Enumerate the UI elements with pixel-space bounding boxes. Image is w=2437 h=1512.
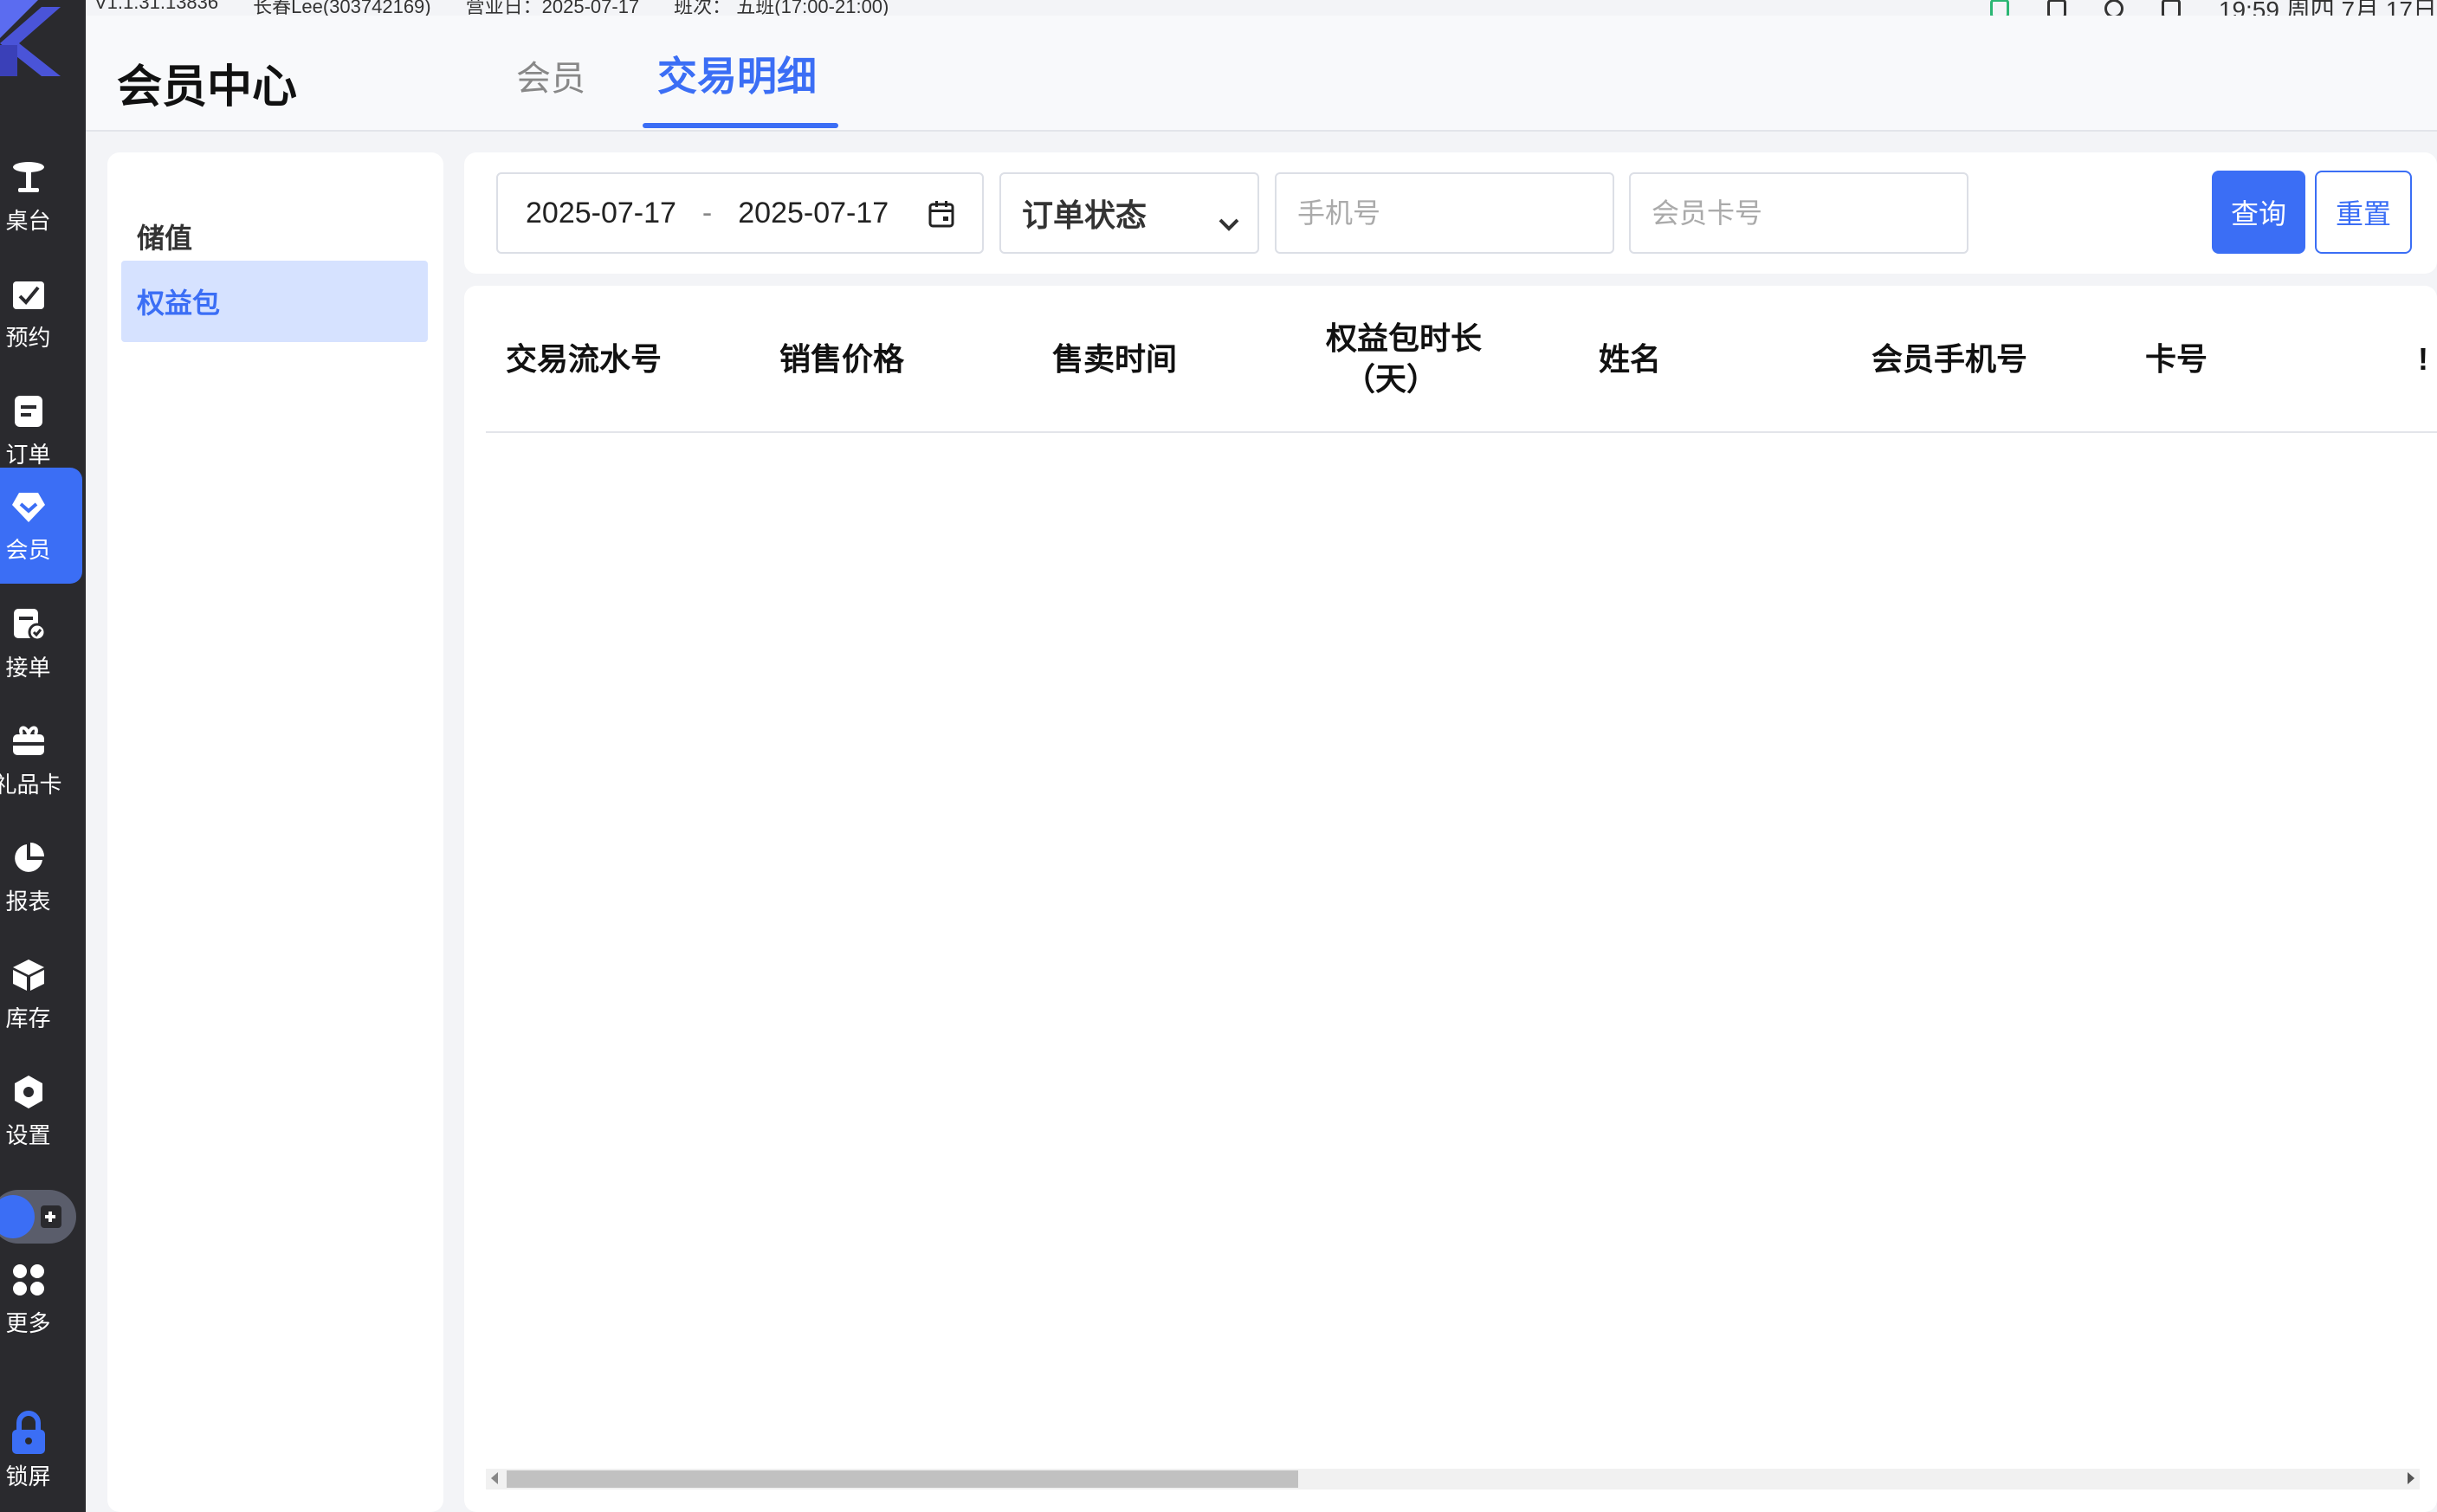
receive-order-icon: [10, 605, 48, 643]
database-icon: [2046, 0, 2066, 16]
status-bar: V1.1.31.13836 长春Lee(303742169) 营业日：2025-…: [86, 0, 2437, 16]
pie-chart-icon: [10, 839, 48, 877]
nav-item-reports[interactable]: 报表: [0, 819, 82, 935]
filter-bar: 2025-07-17 - 2025-07-17 订单状态 查询 重置: [464, 152, 2437, 274]
user-name: 长春Lee(303742169): [253, 0, 431, 16]
column-header-card-no[interactable]: 卡号: [2145, 286, 2208, 433]
table-mode-icon: [0, 1195, 35, 1238]
order-status-select[interactable]: 订单状态: [999, 172, 1259, 254]
nav-item-tables[interactable]: 桌台: [0, 139, 82, 255]
column-header-truncated[interactable]: !: [2418, 286, 2428, 433]
calendar-check-icon: [10, 275, 48, 313]
wifi-icon: [2104, 0, 2123, 16]
printer-status-icon: [1989, 0, 2009, 16]
grid-more-icon: [10, 1261, 48, 1299]
column-header-sale-time[interactable]: 售卖时间: [1052, 286, 1177, 433]
clock: 19:59 周四 7月 17日: [2218, 0, 2437, 16]
column-header-transaction-no[interactable]: 交易流水号: [506, 286, 662, 433]
transactions-table: 交易流水号 销售价格 售卖时间 权益包时长 （天） 姓名 会员手机号 卡号 !: [464, 286, 2437, 1512]
lock-icon: [10, 1410, 48, 1454]
member-card-input[interactable]: [1629, 172, 1968, 254]
reset-button[interactable]: 重置: [2315, 171, 2412, 254]
order-icon: [10, 392, 48, 430]
nav-item-settings[interactable]: 设置: [0, 1053, 82, 1169]
column-header-sale-price[interactable]: 销售价格: [779, 286, 904, 433]
order-status-value: 订单状态: [1022, 197, 1147, 233]
left-nav: 桌台 预约 订单 会员 接单 礼品卡 报表 库存 设置 更多 锁屏: [0, 0, 86, 1512]
scrollbar-thumb[interactable]: [507, 1470, 1298, 1488]
nav-item-receive-orders[interactable]: 接单: [0, 585, 82, 701]
app-version: V1.1.31.13836: [94, 0, 219, 13]
shift-info: 班次： 五班(17:00-21:00): [674, 0, 889, 16]
date-separator: -: [701, 196, 713, 229]
table-icon: [10, 158, 48, 197]
member-heart-icon: [10, 488, 48, 526]
date-end[interactable]: 2025-07-17: [738, 197, 889, 230]
nav-item-gift-cards[interactable]: 礼品卡: [0, 702, 82, 818]
nav-item-inventory[interactable]: 库存: [0, 936, 82, 1052]
battery-icon: [2161, 0, 2181, 16]
date-start[interactable]: 2025-07-17: [526, 197, 676, 230]
column-header-member-phone[interactable]: 会员手机号: [1871, 286, 2027, 433]
document-mode-icon: [35, 1200, 68, 1233]
column-header-pack-duration[interactable]: 权益包时长 （天）: [1326, 286, 1482, 433]
gear-icon: [10, 1073, 48, 1111]
scroll-left-arrow[interactable]: [491, 1472, 498, 1484]
tab-transactions[interactable]: 交易明细: [657, 45, 817, 102]
active-tab-indicator: [643, 123, 838, 128]
chevron-down-icon: [1218, 204, 1240, 240]
business-date: 营业日：2025-07-17: [465, 0, 640, 16]
phone-input[interactable]: [1275, 172, 1614, 254]
mode-toggle[interactable]: [0, 1190, 76, 1244]
column-header-name[interactable]: 姓名: [1599, 286, 1661, 433]
app-logo: [0, 0, 61, 76]
table-header: 交易流水号 销售价格 售卖时间 权益包时长 （天） 姓名 会员手机号 卡号 !: [486, 286, 2437, 433]
nav-item-reservations[interactable]: 预约: [0, 255, 82, 372]
page-header: 会员中心 会员 交易明细: [86, 16, 2437, 132]
calendar-icon[interactable]: [928, 200, 954, 236]
nav-item-lock[interactable]: 锁屏: [0, 1394, 82, 1510]
horizontal-scrollbar[interactable]: [486, 1469, 2420, 1489]
nav-item-members[interactable]: 会员: [0, 468, 82, 584]
sub-menu-benefit-pack[interactable]: 权益包: [121, 261, 428, 342]
nav-item-more[interactable]: 更多: [0, 1241, 82, 1357]
query-button[interactable]: 查询: [2212, 171, 2305, 254]
sub-menu: 储值 权益包: [107, 152, 443, 1512]
date-range-picker[interactable]: 2025-07-17 - 2025-07-17: [496, 172, 984, 254]
tab-members[interactable]: 会员: [516, 50, 585, 100]
gift-card-icon: [10, 722, 48, 760]
box-icon: [10, 956, 48, 994]
page-title: 会员中心: [117, 62, 298, 113]
scroll-right-arrow[interactable]: [2408, 1472, 2414, 1484]
